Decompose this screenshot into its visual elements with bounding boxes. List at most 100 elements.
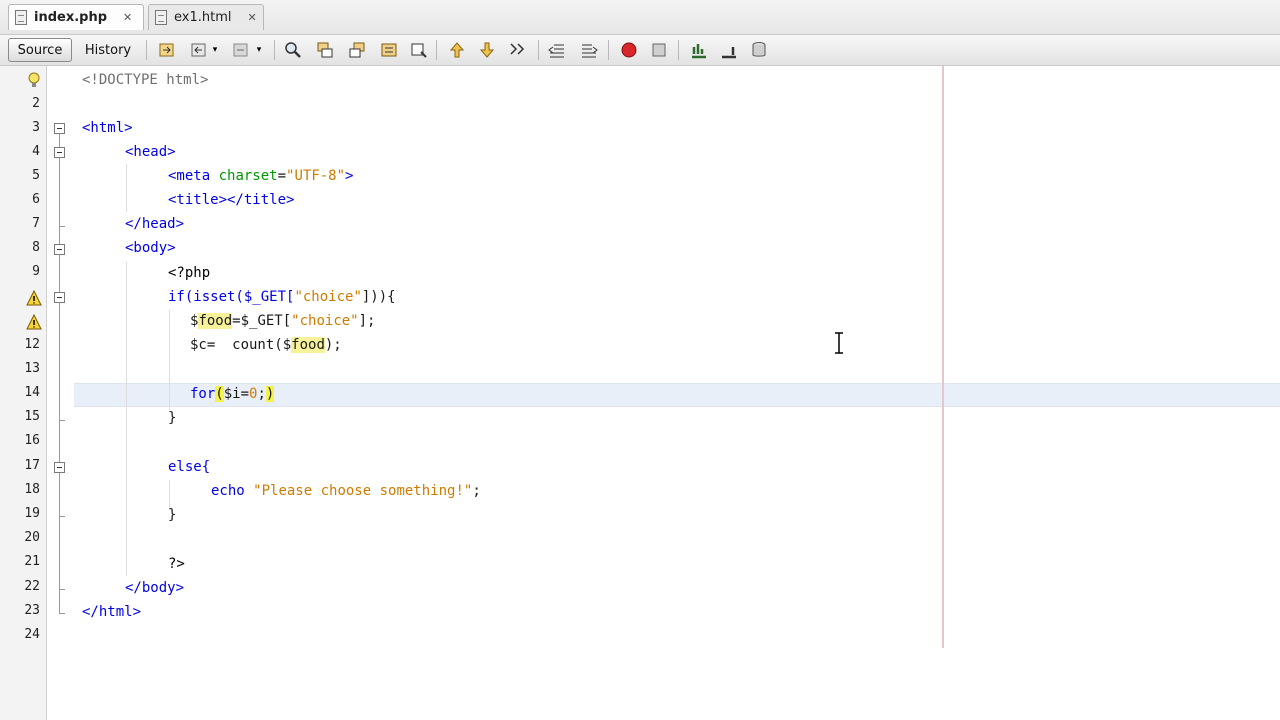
code-line-12[interactable]: $c= count($food); [190, 333, 342, 357]
indent-guide [126, 164, 127, 212]
code-line-3[interactable]: <html> [82, 116, 133, 140]
code-line-15[interactable]: } [168, 406, 176, 430]
line-number: 2 [32, 96, 40, 111]
code-line-5[interactable]: <meta charset="UTF-8"> [168, 164, 353, 188]
tag-token: </html> [82, 604, 142, 620]
line-number: 4 [32, 144, 40, 159]
code-line-1[interactable]: <!DOCTYPE html> [82, 68, 208, 92]
code-token: ]; [358, 313, 376, 329]
toggle-bookmark-icon[interactable] [508, 41, 526, 59]
shift-left-icon[interactable] [548, 41, 566, 59]
database-icon[interactable] [750, 41, 768, 59]
code-line-18[interactable]: echo "Please choose something!"; [211, 479, 481, 503]
line-number: 7 [32, 216, 40, 231]
operator-token: = [277, 168, 287, 184]
code-line-4[interactable]: <head> [125, 140, 176, 164]
line-number: 17 [24, 458, 40, 473]
warning-icon[interactable] [26, 313, 42, 330]
toolbar-separator [146, 40, 147, 60]
variable-token: food [291, 337, 325, 353]
search-icon[interactable] [284, 41, 302, 59]
ibeam-cursor-icon [834, 332, 844, 354]
line-number: 8 [32, 240, 40, 255]
chevron-down-icon[interactable]: ▾ [210, 41, 220, 59]
hint-lightbulb-icon[interactable] [26, 72, 42, 88]
doctype-token: <!DOCTYPE html> [82, 72, 209, 88]
line-number: 20 [24, 530, 40, 545]
fold-toggle[interactable] [54, 123, 65, 134]
toolbar-separator [436, 40, 437, 60]
code-token: ; [472, 483, 481, 499]
tag-token: > [345, 168, 354, 184]
find-previous-icon[interactable] [316, 41, 334, 59]
paren-token: ) [265, 386, 275, 402]
history-button[interactable]: History [78, 38, 138, 62]
fold-guide [59, 134, 60, 614]
toolbar-separator [678, 40, 679, 60]
close-tab-icon[interactable]: ✕ [123, 11, 132, 24]
find-next-icon[interactable] [348, 41, 366, 59]
code-line-19[interactable]: } [168, 503, 176, 527]
tag-token: <head> [125, 144, 176, 160]
code-line-11[interactable]: $food=$_GET["choice"]; [190, 309, 375, 333]
toolbar-separator [538, 40, 539, 60]
fold-end [59, 613, 65, 614]
line-number: 13 [24, 361, 40, 376]
fold-toggle[interactable] [54, 147, 65, 158]
fold-toggle[interactable] [54, 462, 65, 473]
start-macro-icon[interactable] [620, 41, 638, 59]
php-close-token: ?> [168, 556, 185, 572]
back-icon[interactable] [190, 41, 208, 59]
warning-icon[interactable] [26, 289, 42, 306]
code-line-17[interactable]: else{ [168, 455, 210, 479]
fold-end [59, 516, 65, 517]
tab-label: ex1.html [174, 10, 232, 25]
paren-token: ( [215, 386, 224, 402]
right-margin-line [942, 66, 944, 648]
php-open-token: <?php [168, 265, 211, 281]
close-tab-icon[interactable]: ✕ [247, 11, 256, 24]
code-line-23[interactable]: </html> [82, 600, 141, 624]
code-line-6[interactable]: <title></title> [168, 188, 294, 212]
indent-guide [169, 310, 170, 410]
tab-ex1-html[interactable]: ex1.html ✕ [148, 4, 264, 30]
previous-bookmark-icon[interactable] [448, 41, 466, 59]
last-edit-icon[interactable] [158, 41, 176, 59]
toolbar-separator [274, 40, 275, 60]
line-number: 22 [24, 579, 40, 594]
next-bookmark-icon[interactable] [478, 41, 496, 59]
chevron-down-icon[interactable]: ▾ [254, 41, 264, 59]
code-token: } [168, 507, 177, 523]
fold-end [59, 226, 65, 227]
line-number: 23 [24, 603, 40, 618]
tab-index-php[interactable]: index.php ✕ [8, 4, 144, 30]
forward-icon[interactable] [232, 41, 250, 59]
code-line-14[interactable]: for($i=0;) [190, 382, 275, 406]
php-file-icon [15, 10, 27, 25]
stop-macro-icon[interactable] [650, 41, 668, 59]
code-line-10[interactable]: if(isset($_GET["choice"])){ [168, 285, 396, 309]
keyword-token: echo [211, 483, 254, 499]
editor-tab-bar: index.php ✕ ex1.html ✕ [0, 0, 1280, 35]
code-token: } [168, 410, 177, 426]
code-line-7[interactable]: </head> [125, 212, 184, 236]
fold-toggle[interactable] [54, 292, 65, 303]
line-number: 14 [24, 385, 40, 400]
line-number: 15 [24, 409, 40, 424]
code-line-21[interactable]: ?> [168, 552, 185, 576]
rectangular-selection-icon[interactable] [410, 41, 428, 59]
fold-toggle[interactable] [54, 244, 65, 255]
tag-token: <title></title> [168, 192, 295, 208]
code-line-9[interactable]: <?php [168, 261, 210, 285]
toggle-highlight-icon[interactable] [380, 41, 398, 59]
string-token: "UTF-8" [286, 168, 346, 184]
shift-right-icon[interactable] [580, 41, 598, 59]
source-button[interactable]: Source [8, 38, 72, 62]
uncomment-icon[interactable] [720, 41, 738, 59]
code-token: ; [257, 386, 266, 402]
code-line-22[interactable]: </body> [125, 576, 184, 600]
html-file-icon [155, 10, 167, 25]
code-line-8[interactable]: <body> [125, 236, 176, 260]
comment-icon[interactable] [690, 41, 708, 59]
line-number: 9 [32, 264, 40, 279]
